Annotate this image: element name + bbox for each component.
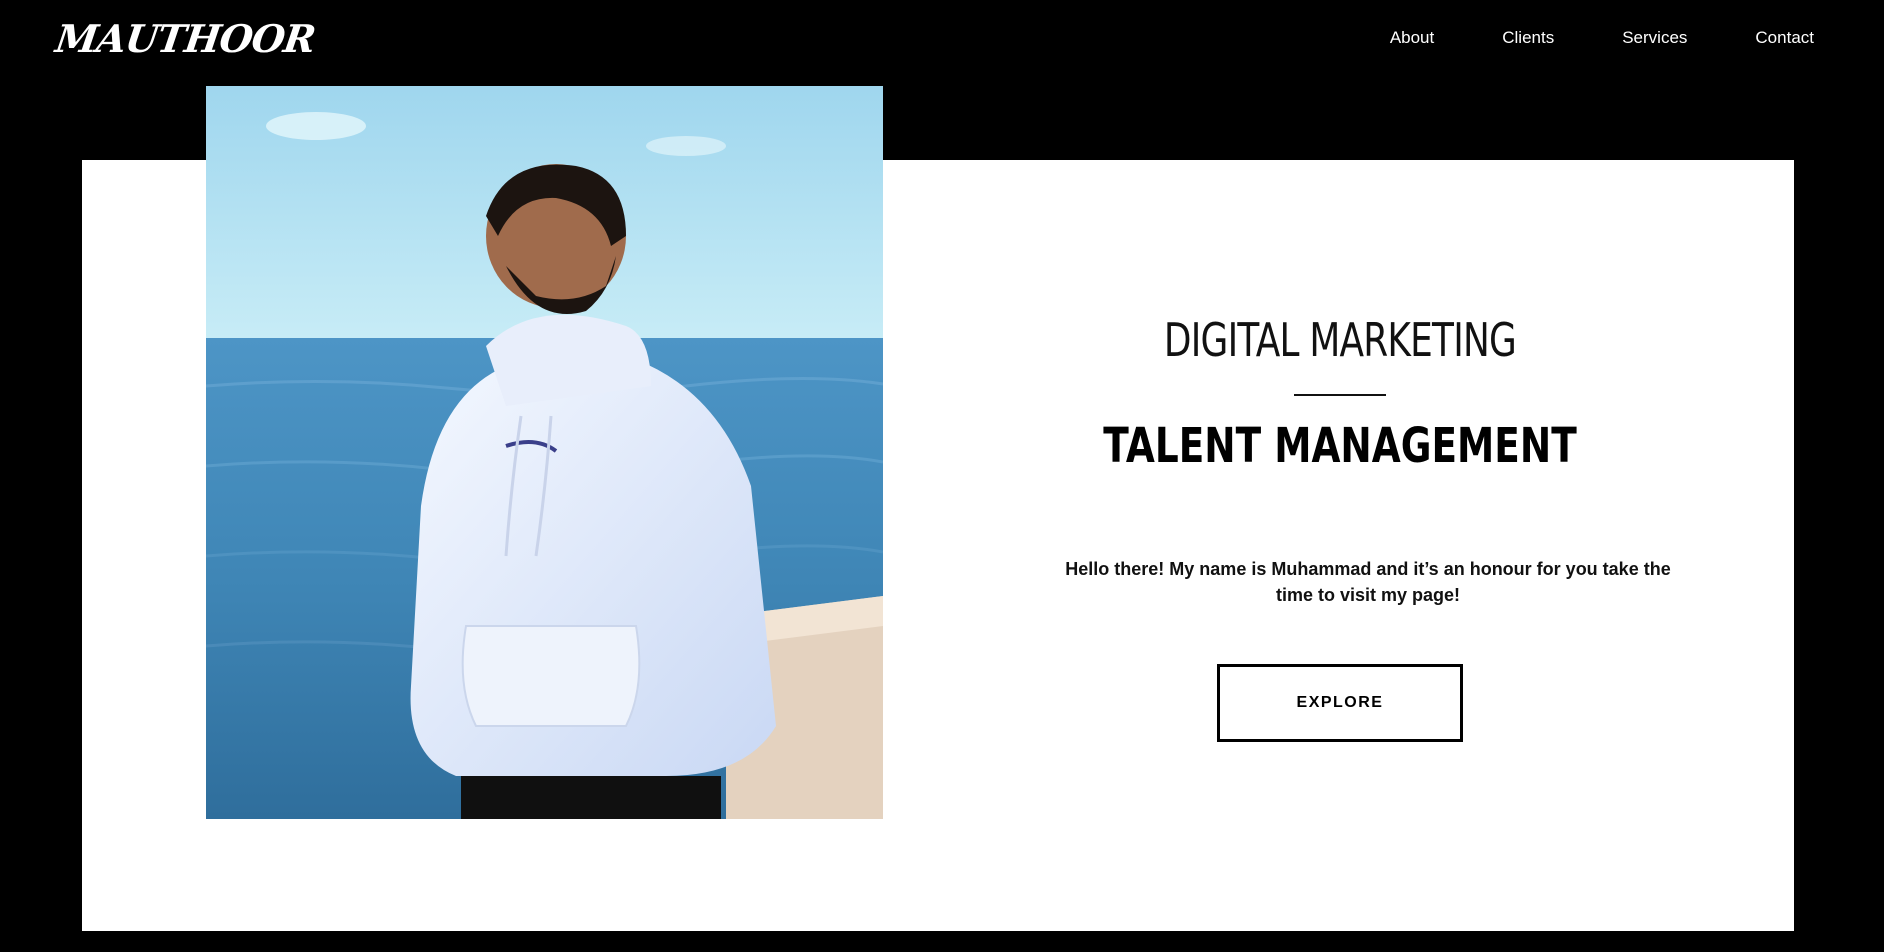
hero-content: DIGITAL MARKETING TALENT MANAGEMENT Hell… [1020, 300, 1671, 742]
nav-services[interactable]: Services [1622, 28, 1687, 48]
site-logo[interactable]: MAUTHOOR [53, 16, 318, 61]
hero-title-secondary: TALENT MANAGEMENT [1103, 418, 1577, 474]
hero-photo [206, 86, 883, 819]
hero-divider [1294, 394, 1386, 396]
hero-intro-text: Hello there! My name is Muhammad and it’… [1065, 559, 1671, 605]
page: MAUTHOOR About Clients Services Contact [0, 0, 1884, 952]
hero-title-primary: DIGITAL MARKETING [1163, 313, 1517, 367]
explore-button[interactable]: EXPLORE [1217, 664, 1463, 742]
main-nav: About Clients Services Contact [1322, 28, 1814, 48]
nav-contact[interactable]: Contact [1755, 28, 1814, 48]
nav-about[interactable]: About [1390, 28, 1434, 48]
nav-clients[interactable]: Clients [1502, 28, 1554, 48]
